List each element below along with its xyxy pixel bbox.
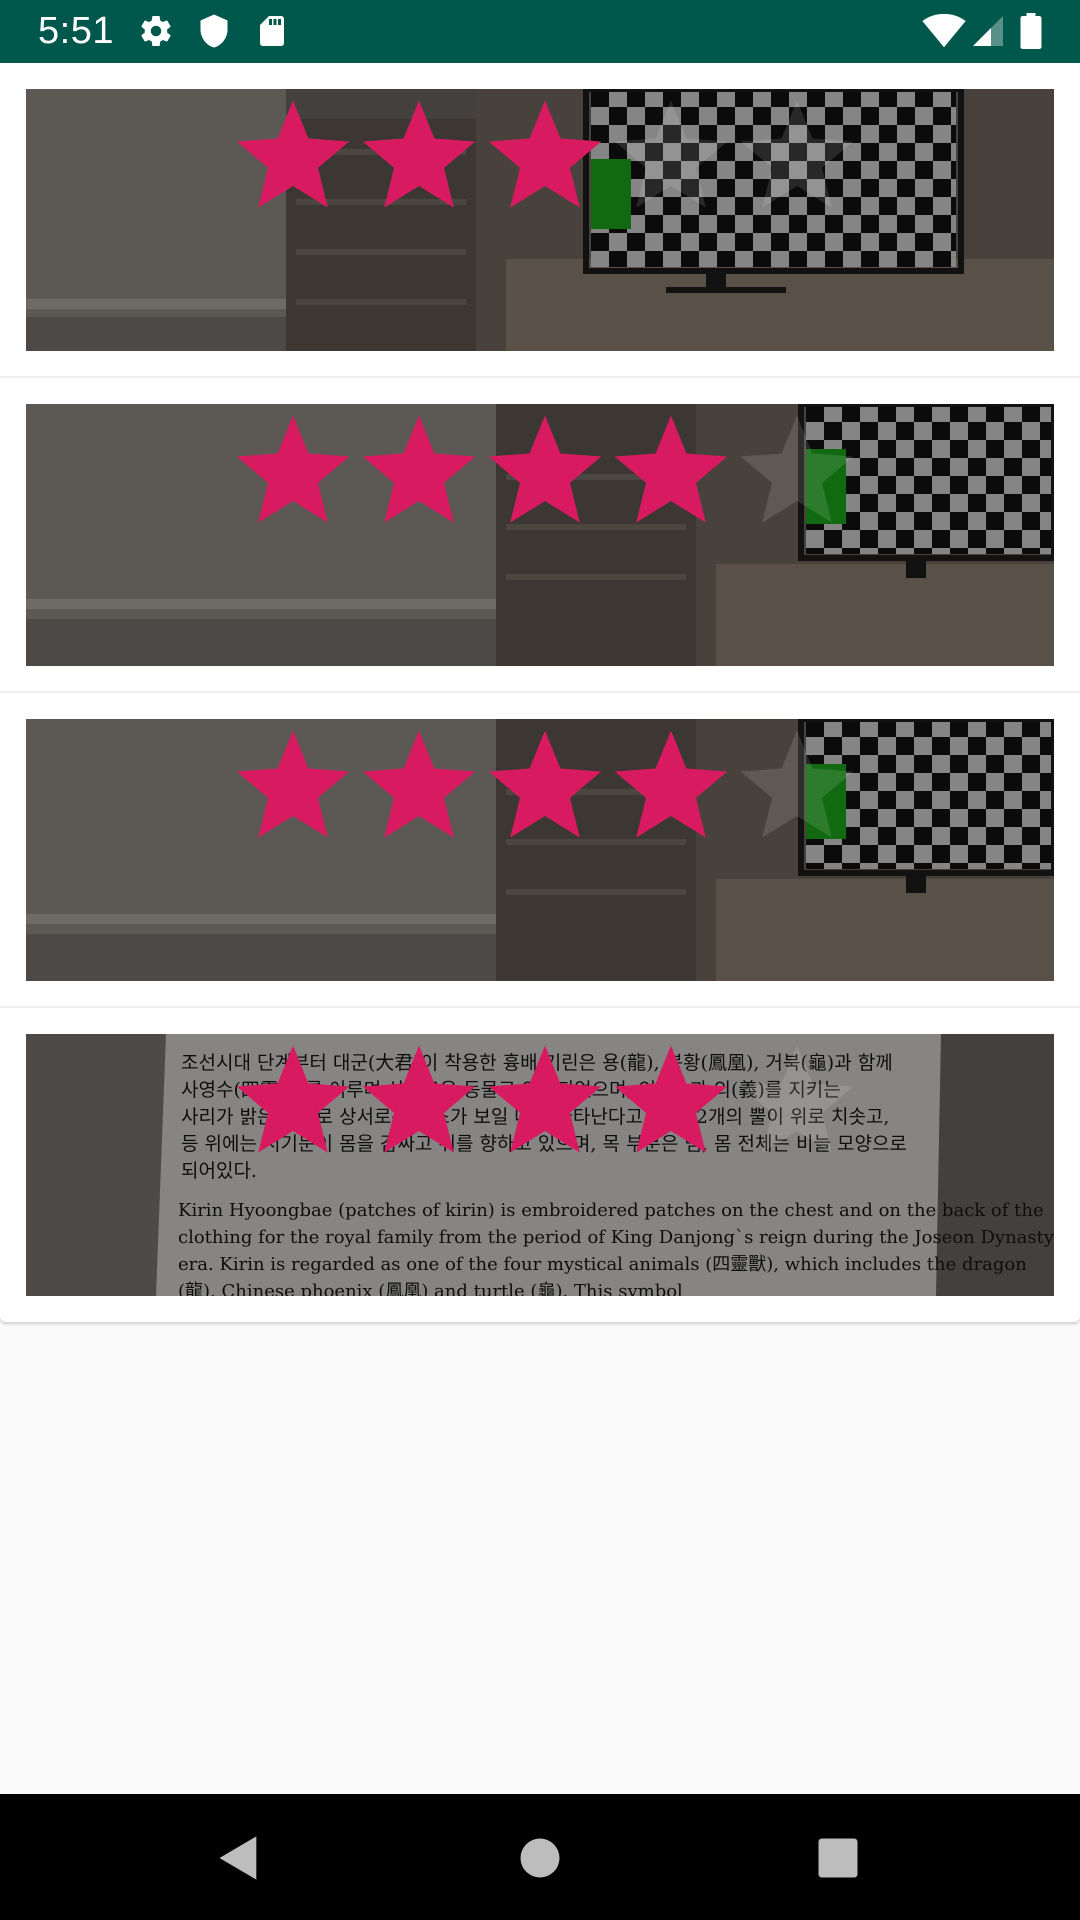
star-filled-icon[interactable] bbox=[608, 408, 734, 528]
home-icon[interactable] bbox=[514, 1832, 566, 1884]
list-item[interactable] bbox=[0, 378, 1080, 693]
star-filled-icon[interactable] bbox=[230, 1038, 356, 1158]
status-time: 5:51 bbox=[38, 10, 114, 52]
status-bar: 5:51 bbox=[0, 0, 1080, 63]
cell-signal-icon bbox=[970, 13, 1006, 49]
star-filled-icon[interactable] bbox=[482, 93, 608, 213]
star-filled-icon[interactable] bbox=[482, 1038, 608, 1158]
rating-bar[interactable] bbox=[230, 1038, 860, 1158]
star-filled-icon[interactable] bbox=[356, 1038, 482, 1158]
rating-bar[interactable] bbox=[230, 408, 860, 528]
rating-list: 조선시대 단계부터 대군(大君)이 착용한 흉배 기린은 용(龍), 봉황(鳳凰… bbox=[0, 63, 1080, 1322]
star-filled-icon[interactable] bbox=[608, 723, 734, 843]
rating-bar[interactable] bbox=[230, 93, 860, 213]
star-filled-icon[interactable] bbox=[230, 408, 356, 528]
back-icon[interactable] bbox=[213, 1832, 265, 1884]
settings-icon bbox=[138, 13, 174, 49]
list-item[interactable] bbox=[0, 63, 1080, 378]
list-item[interactable] bbox=[0, 693, 1080, 1008]
star-filled-icon[interactable] bbox=[230, 723, 356, 843]
star-filled-icon[interactable] bbox=[356, 408, 482, 528]
recents-icon[interactable] bbox=[812, 1832, 864, 1884]
star-filled-icon[interactable] bbox=[482, 723, 608, 843]
battery-icon bbox=[1016, 13, 1046, 49]
list-item[interactable]: 조선시대 단계부터 대군(大君)이 착용한 흉배 기린은 용(龍), 봉황(鳳凰… bbox=[0, 1008, 1080, 1323]
star-empty-icon[interactable] bbox=[608, 93, 734, 213]
sd-card-icon bbox=[254, 13, 290, 49]
navigation-bar bbox=[0, 1794, 1080, 1920]
star-empty-icon[interactable] bbox=[734, 1038, 860, 1158]
rating-bar[interactable] bbox=[230, 723, 860, 843]
star-filled-icon[interactable] bbox=[608, 1038, 734, 1158]
star-filled-icon[interactable] bbox=[356, 93, 482, 213]
star-empty-icon[interactable] bbox=[734, 723, 860, 843]
shield-icon bbox=[196, 13, 232, 49]
star-empty-icon[interactable] bbox=[734, 408, 860, 528]
star-filled-icon[interactable] bbox=[230, 93, 356, 213]
star-filled-icon[interactable] bbox=[356, 723, 482, 843]
wifi-icon bbox=[922, 13, 966, 49]
star-empty-icon[interactable] bbox=[734, 93, 860, 213]
star-filled-icon[interactable] bbox=[482, 408, 608, 528]
